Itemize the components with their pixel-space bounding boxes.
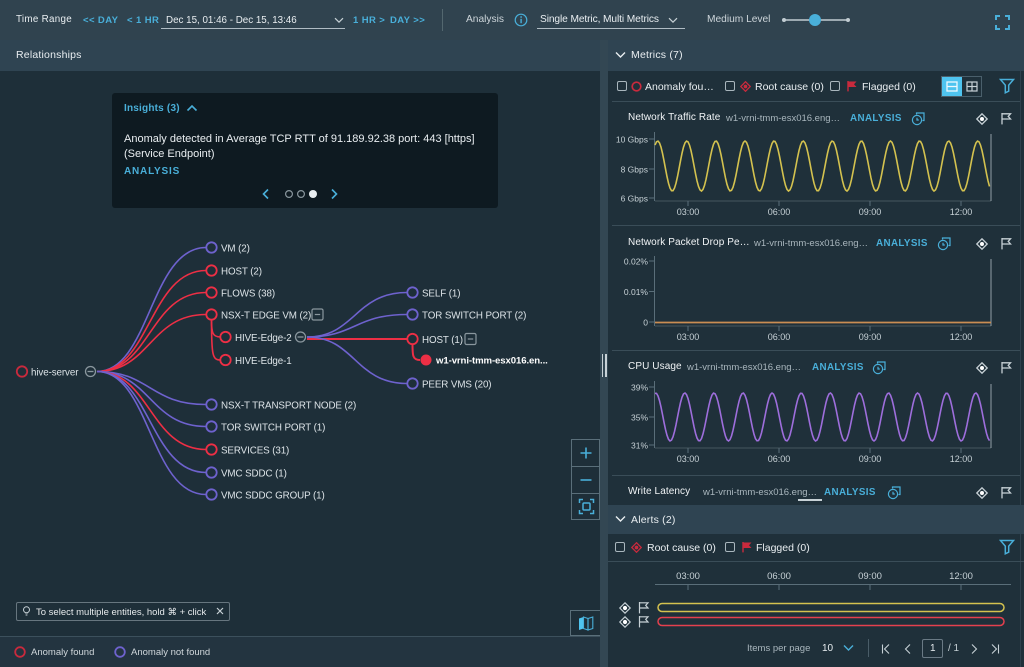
- svg-text:HOST (1): HOST (1): [422, 335, 463, 346]
- svg-text:PEER VMS (20): PEER VMS (20): [422, 380, 491, 391]
- svg-text:09:00: 09:00: [859, 454, 882, 464]
- svg-text:w1-vrni-tmm-esx016.en...: w1-vrni-tmm-esx016.en...: [435, 356, 548, 367]
- svg-text:VMC SDDC GROUP (1): VMC SDDC GROUP (1): [221, 491, 325, 502]
- svg-text:06:00: 06:00: [768, 332, 791, 342]
- svg-text:HOST (2): HOST (2): [221, 267, 262, 278]
- svg-text:06:00: 06:00: [767, 571, 791, 582]
- svg-text:FLOWS (38): FLOWS (38): [221, 289, 275, 300]
- svg-text:HIVE-Edge-2: HIVE-Edge-2: [235, 333, 292, 344]
- svg-text:09:00: 09:00: [859, 207, 882, 217]
- svg-text:hive-server: hive-server: [31, 368, 79, 379]
- svg-text:0: 0: [643, 318, 648, 328]
- svg-text:12:00: 12:00: [949, 571, 973, 582]
- svg-text:VMC SDDC (1): VMC SDDC (1): [221, 469, 287, 480]
- svg-text:31%: 31%: [631, 441, 648, 451]
- svg-text:35%: 35%: [631, 413, 648, 423]
- svg-text:03:00: 03:00: [677, 332, 700, 342]
- svg-text:39%: 39%: [631, 383, 648, 393]
- svg-text:6 Gbps: 6 Gbps: [621, 194, 648, 204]
- svg-text:03:00: 03:00: [677, 454, 700, 464]
- svg-text:VM (2): VM (2): [221, 244, 250, 255]
- svg-text:06:00: 06:00: [768, 454, 791, 464]
- svg-text:TOR SWITCH PORT (1): TOR SWITCH PORT (1): [221, 423, 325, 434]
- svg-text:12:00: 12:00: [950, 332, 973, 342]
- svg-text:NSX-T TRANSPORT NODE (2): NSX-T TRANSPORT NODE (2): [221, 401, 356, 412]
- svg-text:0.02%: 0.02%: [624, 257, 649, 267]
- svg-text:0.01%: 0.01%: [624, 287, 649, 297]
- svg-text:09:00: 09:00: [859, 332, 882, 342]
- svg-text:SELF (1): SELF (1): [422, 289, 460, 300]
- svg-text:SERVICES (31): SERVICES (31): [221, 446, 289, 457]
- svg-text:TOR SWITCH PORT (2): TOR SWITCH PORT (2): [422, 311, 526, 322]
- svg-text:03:00: 03:00: [677, 207, 700, 217]
- svg-text:12:00: 12:00: [950, 454, 973, 464]
- svg-text:HIVE-Edge-1: HIVE-Edge-1: [235, 356, 292, 367]
- svg-text:10 Gbps: 10 Gbps: [616, 135, 648, 145]
- svg-text:03:00: 03:00: [676, 571, 700, 582]
- svg-text:12:00: 12:00: [950, 207, 973, 217]
- svg-text:8 Gbps: 8 Gbps: [621, 165, 648, 175]
- svg-text:09:00: 09:00: [858, 571, 882, 582]
- svg-text:06:00: 06:00: [768, 207, 791, 217]
- svg-text:NSX-T EDGE VM (2): NSX-T EDGE VM (2): [221, 311, 311, 322]
